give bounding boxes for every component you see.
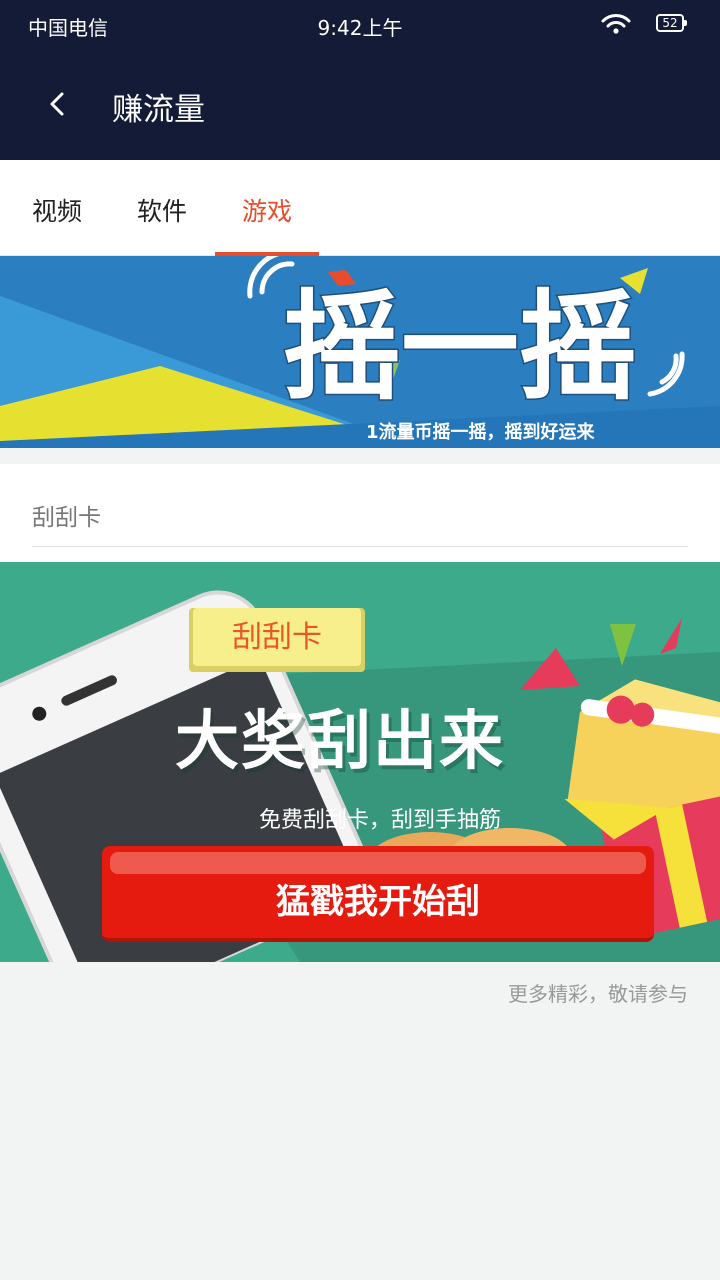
scratch-tag: 刮刮卡 (232, 620, 322, 655)
start-scratch-label: 猛戳我开始刮 (276, 882, 480, 922)
back-button[interactable] (36, 78, 80, 130)
footer-note: 更多精彩，敬请参与 (508, 982, 688, 1006)
shake-headline: 摇一摇 (283, 278, 637, 416)
status-bar: 中国电信 9:42上午 52 (0, 0, 720, 52)
tab-software[interactable]: 软件 (137, 192, 187, 228)
section-divider (32, 546, 688, 547)
tab-videos[interactable]: 视频 (32, 192, 82, 228)
section-title: 刮刮卡 (32, 505, 101, 531)
tab-games[interactable]: 游戏 (242, 192, 292, 228)
scratch-section-header: 刮刮卡 (0, 464, 720, 562)
wifi-icon (601, 14, 631, 34)
scratch-subtitle: 免费刮刮卡，刮到手抽筋 (258, 808, 501, 833)
app-header: 中国电信 9:42上午 52 赚流量 (0, 0, 720, 160)
category-tabs: 视频 软件 游戏 (0, 160, 720, 256)
start-scratch-button[interactable]: 猛戳我开始刮 (102, 846, 654, 942)
battery-icon: 52 (656, 14, 687, 32)
shake-banner[interactable]: 摇一摇 (0, 256, 720, 448)
button-shine (110, 852, 646, 874)
scratch-headline: 大奖刮出来 (175, 705, 505, 779)
shake-caption: 1流量币摇一摇，摇到好运来 (366, 422, 595, 443)
page-title: 赚流量 (112, 92, 205, 128)
